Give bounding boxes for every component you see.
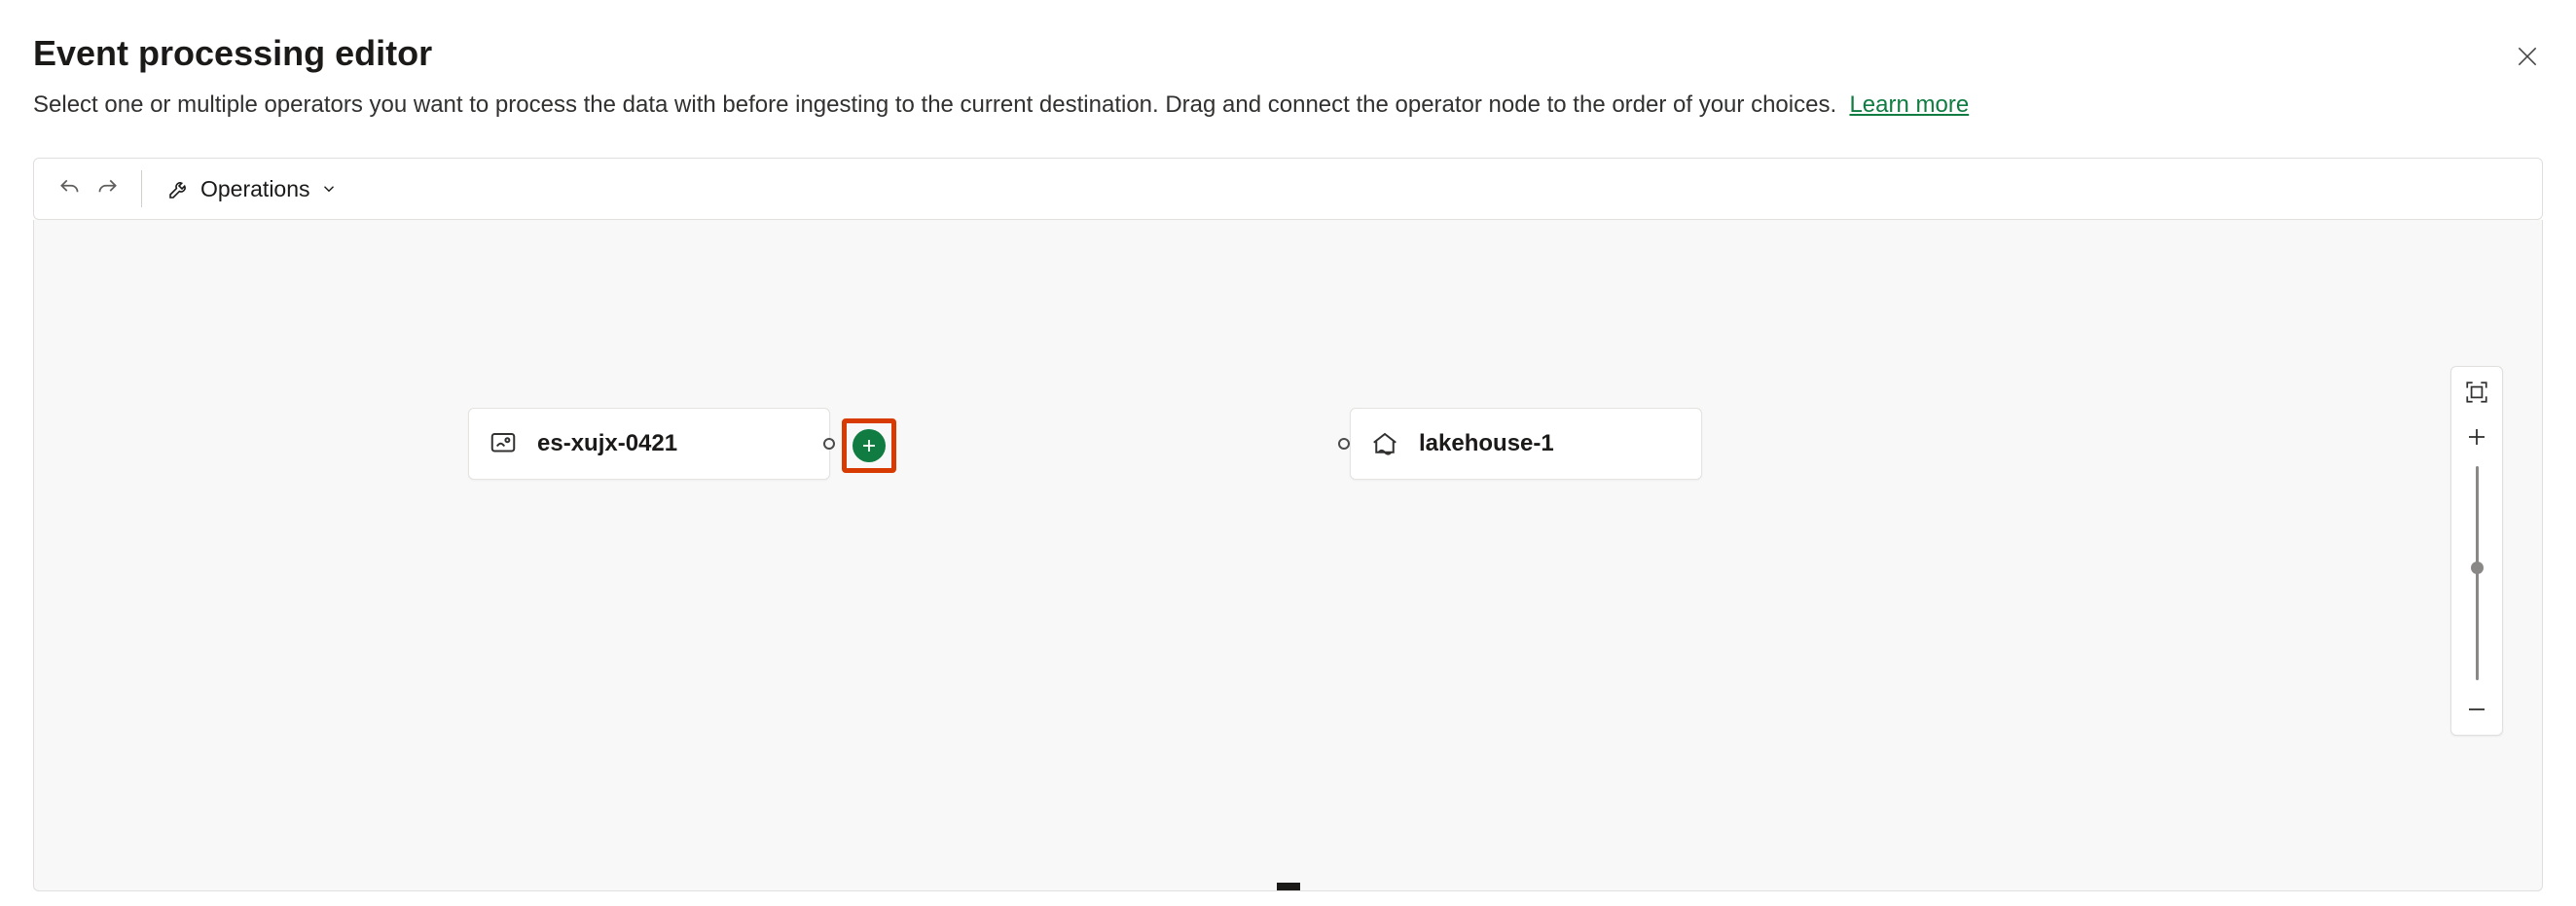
zoom-panel [2450,366,2503,736]
add-operator-highlight [842,418,896,473]
fit-to-screen-icon [2464,380,2489,405]
plus-icon [860,437,878,454]
page-title: Event processing editor [33,33,432,74]
source-node-label: es-xujx-0421 [537,430,677,457]
lakehouse-icon [1370,429,1399,458]
zoom-out-icon [2465,698,2488,721]
stream-source-icon [489,429,518,458]
operations-label: Operations [200,176,310,202]
chevron-down-icon [320,180,338,198]
wrench-icon [167,177,191,200]
redo-button[interactable] [89,170,126,207]
learn-more-link[interactable]: Learn more [1849,91,1969,118]
destination-node-label: lakehouse-1 [1419,430,1554,457]
page-subtitle: Select one or multiple operators you wan… [33,91,2543,119]
undo-button[interactable] [52,170,89,207]
toolbar-separator [141,170,142,207]
redo-icon [94,176,120,201]
zoom-in-button[interactable] [2461,421,2492,453]
zoom-slider[interactable] [2476,466,2479,680]
close-icon [2515,44,2540,69]
fit-to-screen-button[interactable] [2461,377,2492,408]
source-node[interactable]: es-xujx-0421 [468,408,830,480]
canvas-resize-handle[interactable] [1277,883,1300,890]
undo-icon [57,176,83,201]
zoom-out-button[interactable] [2461,694,2492,725]
destination-node[interactable]: lakehouse-1 [1350,408,1702,480]
destination-input-port[interactable] [1338,438,1350,450]
zoom-slider-handle[interactable] [2471,562,2484,574]
close-button[interactable] [2512,41,2543,72]
toolbar: Operations [33,158,2543,220]
source-output-port[interactable] [823,438,835,450]
zoom-in-icon [2465,425,2488,449]
canvas[interactable]: es-xujx-0421 lakehouse-1 [33,220,2543,891]
add-operator-button[interactable] [853,429,886,462]
operations-dropdown[interactable]: Operations [158,170,347,208]
